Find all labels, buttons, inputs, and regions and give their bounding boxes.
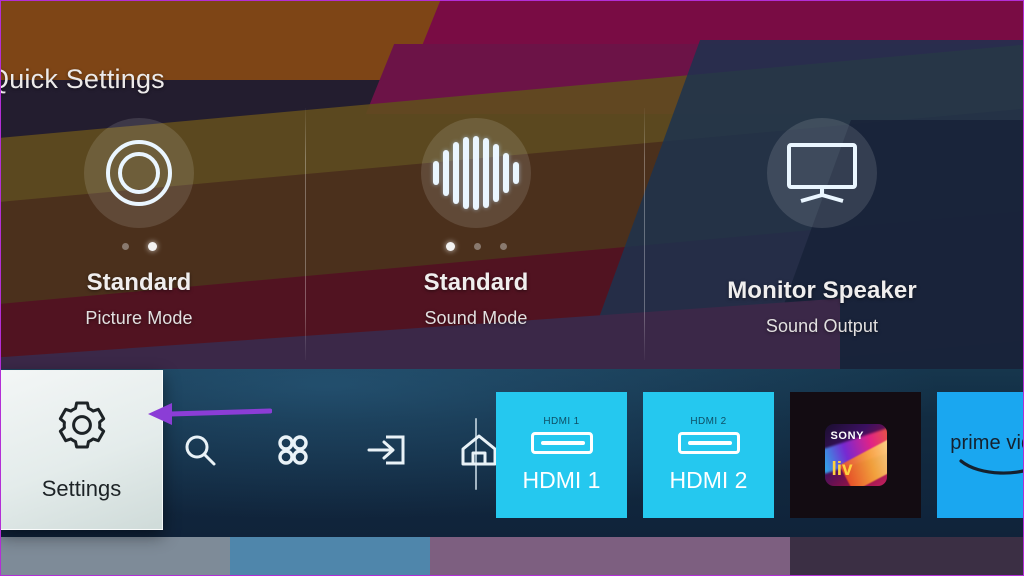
- settings-label: Settings: [41, 475, 122, 501]
- hdmi-2-label: HDMI 2: [669, 467, 748, 493]
- hdmi-2-small-label: HDMI 2: [690, 416, 727, 427]
- picture-mode-dots: [121, 242, 157, 251]
- quick-setting-picture-mode[interactable]: Standard Picture Mode: [0, 118, 289, 329]
- apps-icon[interactable]: [271, 428, 315, 472]
- sound-mode-icon[interactable]: [421, 118, 531, 228]
- picture-mode-label: Picture Mode: [85, 308, 193, 328]
- equalizer-bars: [433, 136, 519, 210]
- prime-video-label: prime video: [950, 431, 1024, 454]
- sound-mode-label: Sound Mode: [424, 308, 528, 328]
- hdmi-port-icon: [677, 432, 740, 454]
- sound-output-icon[interactable]: [767, 118, 877, 228]
- sony-liv-logo-icon: SONY liv: [824, 424, 887, 486]
- hdmi-port-icon: [530, 432, 593, 454]
- tile-hdmi-1[interactable]: HDMI 1 HDMI 1: [496, 392, 627, 518]
- annotation-arrow-icon: [146, 400, 273, 428]
- picture-mode-icon[interactable]: [84, 118, 194, 228]
- tile-hdmi-2[interactable]: HDMI 2 HDMI 2: [643, 392, 774, 518]
- dot: [499, 243, 507, 250]
- tile-row: HDMI 1 HDMI 1 HDMI 2 HDMI 2 SONY liv pri…: [496, 392, 1024, 518]
- tile-prime-video[interactable]: prime video: [937, 392, 1024, 518]
- home-icon[interactable]: [457, 428, 501, 472]
- quick-setting-sound-output[interactable]: Monitor Speaker Sound Output: [672, 118, 972, 337]
- sony-brand-bottom: liv: [831, 459, 853, 480]
- amazon-smile-icon: [958, 458, 1024, 475]
- sound-output-value: Monitor Speaker: [727, 277, 917, 304]
- settings-tile[interactable]: Settings: [0, 370, 163, 530]
- source-input-icon[interactable]: [364, 428, 408, 472]
- hdmi-1-small-label: HDMI 1: [543, 416, 580, 427]
- hdmi-1-label: HDMI 1: [522, 467, 601, 493]
- sound-mode-value: Standard: [423, 269, 529, 296]
- sony-brand-top: SONY: [830, 430, 865, 442]
- sound-mode-dots: [445, 242, 507, 251]
- gear-icon: [54, 399, 110, 460]
- dot-active: [147, 242, 157, 251]
- picture-mode-value: Standard: [86, 269, 192, 296]
- dot: [473, 243, 481, 250]
- tv-screen: Quick Settings Standard Picture Mode Sta…: [0, 0, 1024, 576]
- tile-sony-liv[interactable]: SONY liv: [790, 392, 921, 518]
- bar-icon-group: [178, 428, 501, 472]
- search-icon[interactable]: [178, 428, 222, 472]
- dot: [121, 243, 129, 250]
- sound-output-label: Sound Output: [765, 316, 879, 336]
- quick-settings-panel: Quick Settings Standard Picture Mode Sta…: [0, 0, 1024, 369]
- dot-active: [445, 242, 455, 251]
- quick-setting-sound-mode[interactable]: Standard Sound Mode: [326, 118, 626, 329]
